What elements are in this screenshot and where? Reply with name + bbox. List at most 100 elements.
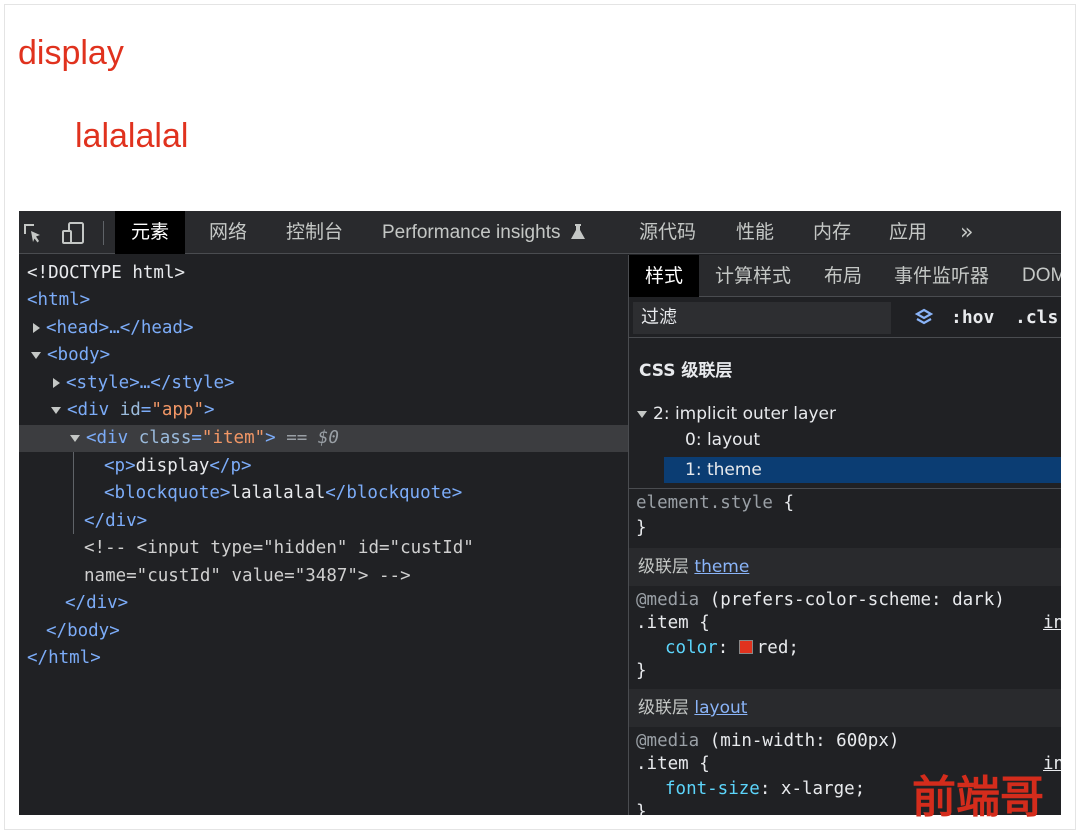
hov-toggle-button[interactable]: :hov xyxy=(951,298,994,338)
layer-prefix-label: 级联层 xyxy=(638,698,689,718)
dom-node-blockquote[interactable]: <blockquote>lalalalal</blockquote> xyxy=(19,480,628,507)
dom-node-p[interactable]: <p>display</p> xyxy=(19,453,628,480)
tab-layout[interactable]: 布局 xyxy=(824,255,862,297)
dom-node-body[interactable]: <body> xyxy=(19,342,628,369)
page-paragraph: display xyxy=(18,34,124,72)
media-condition: (min-width: 600px) xyxy=(699,731,900,751)
page-blockquote: lalalalal xyxy=(75,117,189,155)
dom-node-div-app-close[interactable]: </div> xyxy=(19,590,628,617)
layout-font-size-declaration[interactable]: font-size: x-large; xyxy=(665,777,865,801)
media-keyword: @media xyxy=(636,731,700,751)
dom-node-div-item-selected[interactable]: <div class="item"> == $0 xyxy=(19,425,628,452)
dom-node-comment[interactable]: <!-- <input type="hidden" id="custId" xyxy=(19,535,628,562)
layer-outer-label: 2: implicit outer layer xyxy=(653,404,836,424)
p-text-node: display xyxy=(135,456,210,476)
font-size-value: x-large; xyxy=(780,779,866,799)
attr-name: id xyxy=(119,400,141,420)
devtools-panel: 元素 网络 控制台 Performance insights 源代码 性能 内存… xyxy=(19,211,1061,815)
tab-sources[interactable]: 源代码 xyxy=(639,211,696,254)
toolbar-separator xyxy=(103,221,104,245)
layout-selector-line[interactable]: .item { xyxy=(636,752,710,776)
tab-console[interactable]: 控制台 xyxy=(286,211,343,254)
layer-item-theme-selected[interactable]: 1: theme xyxy=(664,457,1061,483)
styles-filter-input[interactable]: 过滤 xyxy=(633,302,891,334)
tab-elements[interactable]: 元素 xyxy=(115,211,185,254)
elements-tree: <!DOCTYPE html> <html> <head>…</head> <b… xyxy=(19,255,628,815)
layers-icon[interactable] xyxy=(913,307,935,329)
dom-node-body-close[interactable]: </body> xyxy=(19,618,628,645)
attr-value: "app" xyxy=(151,400,204,420)
theme-layer-link[interactable]: theme xyxy=(694,557,749,577)
dom-node-html-close[interactable]: </html> xyxy=(19,645,628,672)
body-close-tag: </body> xyxy=(46,621,120,641)
p-open-tag: <p> xyxy=(104,456,136,476)
comment-text-line-2: name="custId" value="3487"> --> xyxy=(84,566,411,586)
dom-node-div-item-close[interactable]: </div> xyxy=(19,508,628,535)
collapse-arrow-icon[interactable] xyxy=(51,406,61,414)
more-tabs-button[interactable]: » xyxy=(960,211,973,254)
div-close-tag: </div> xyxy=(65,593,129,613)
layer-header-layout: 级联层 layout xyxy=(629,689,1061,727)
tab-performance[interactable]: 性能 xyxy=(736,211,774,254)
blockquote-open-tag: <blockquote> xyxy=(104,483,231,503)
tab-dom-breakpoints[interactable]: DOM xyxy=(1022,255,1061,297)
cls-toggle-button[interactable]: .cls xyxy=(1015,298,1058,338)
div-open-tag: <div xyxy=(86,428,139,448)
styles-tabbar: 样式 计算样式 布局 事件监听器 DOM xyxy=(629,255,1061,297)
element-style-close: } xyxy=(636,518,647,538)
tab-network[interactable]: 网络 xyxy=(209,211,247,254)
div-open-tag: <div xyxy=(67,400,120,420)
div-close-tag: </div> xyxy=(84,511,148,531)
tab-styles[interactable]: 样式 xyxy=(629,255,699,297)
dom-node-style[interactable]: <style>…</style> xyxy=(19,370,628,397)
comment-text-line-1: <!-- <input type="hidden" id="custId" xyxy=(84,538,474,558)
device-toolbar-icon[interactable] xyxy=(61,221,85,245)
head-tag: <head>…</head> xyxy=(46,318,194,338)
blockquote-text-node: lalalalal xyxy=(230,483,326,503)
tag-end: > xyxy=(204,400,215,420)
layout-layer-link[interactable]: layout xyxy=(694,698,747,718)
tab-computed[interactable]: 计算样式 xyxy=(715,255,791,297)
expand-arrow-icon[interactable] xyxy=(53,378,60,388)
tab-event-listeners[interactable]: 事件监听器 xyxy=(894,255,989,297)
style-tag: <style>…</style> xyxy=(66,373,235,393)
theme-source-link[interactable]: in xyxy=(1043,611,1061,635)
tab-performance-insights[interactable]: Performance insights xyxy=(382,211,586,254)
collapse-arrow-icon[interactable] xyxy=(637,410,647,418)
flask-icon xyxy=(570,224,585,239)
theme-color-declaration[interactable]: color: red; xyxy=(665,636,799,660)
collapse-arrow-icon[interactable] xyxy=(70,434,80,442)
brace-open: { xyxy=(772,493,795,513)
color-value: red; xyxy=(756,638,799,658)
dom-node-head[interactable]: <head>…</head> xyxy=(19,315,628,342)
color-swatch-icon[interactable] xyxy=(738,640,753,654)
p-close-tag: </p> xyxy=(209,456,252,476)
font-size-property: font-size xyxy=(665,779,760,799)
media-keyword: @media xyxy=(636,590,700,610)
styles-sidebar: 样式 计算样式 布局 事件监听器 DOM 过滤 :hov .cls CSS 级联… xyxy=(628,255,1061,815)
rule-separator xyxy=(629,488,1061,489)
media-condition: (prefers-color-scheme: dark) xyxy=(699,590,1005,610)
element-style-selector: element.style xyxy=(636,493,773,513)
color-property: color xyxy=(665,638,718,658)
item-selector: .item { xyxy=(636,613,710,633)
body-open-tag: <body> xyxy=(47,345,111,365)
tab-application[interactable]: 应用 xyxy=(889,211,927,254)
inspect-element-icon[interactable] xyxy=(21,221,45,245)
collapse-arrow-icon[interactable] xyxy=(31,351,41,359)
layout-media-query: @media (min-width: 600px) xyxy=(636,729,899,753)
dom-node-html[interactable]: <html> xyxy=(19,287,628,314)
layer-item-layout[interactable]: 0: layout xyxy=(685,427,760,453)
attr-value: "item" xyxy=(201,428,266,448)
watermark-logo: 前端哥 xyxy=(912,772,1044,823)
dom-node-doctype[interactable]: <!DOCTYPE html> xyxy=(19,260,628,287)
layer-tree-outer[interactable]: 2: implicit outer layer xyxy=(637,401,836,427)
expand-arrow-icon[interactable] xyxy=(33,323,40,333)
theme-media-query: @media (prefers-color-scheme: dark) xyxy=(636,588,1005,612)
tag-end: > xyxy=(265,428,276,448)
element-style-rule[interactable]: element.style { xyxy=(636,491,794,515)
theme-selector-line[interactable]: .item { xyxy=(636,611,710,635)
tab-performance-insights-label: Performance insights xyxy=(382,222,561,243)
tab-memory[interactable]: 内存 xyxy=(813,211,851,254)
dom-node-div-app[interactable]: <div id="app"> xyxy=(19,397,628,424)
